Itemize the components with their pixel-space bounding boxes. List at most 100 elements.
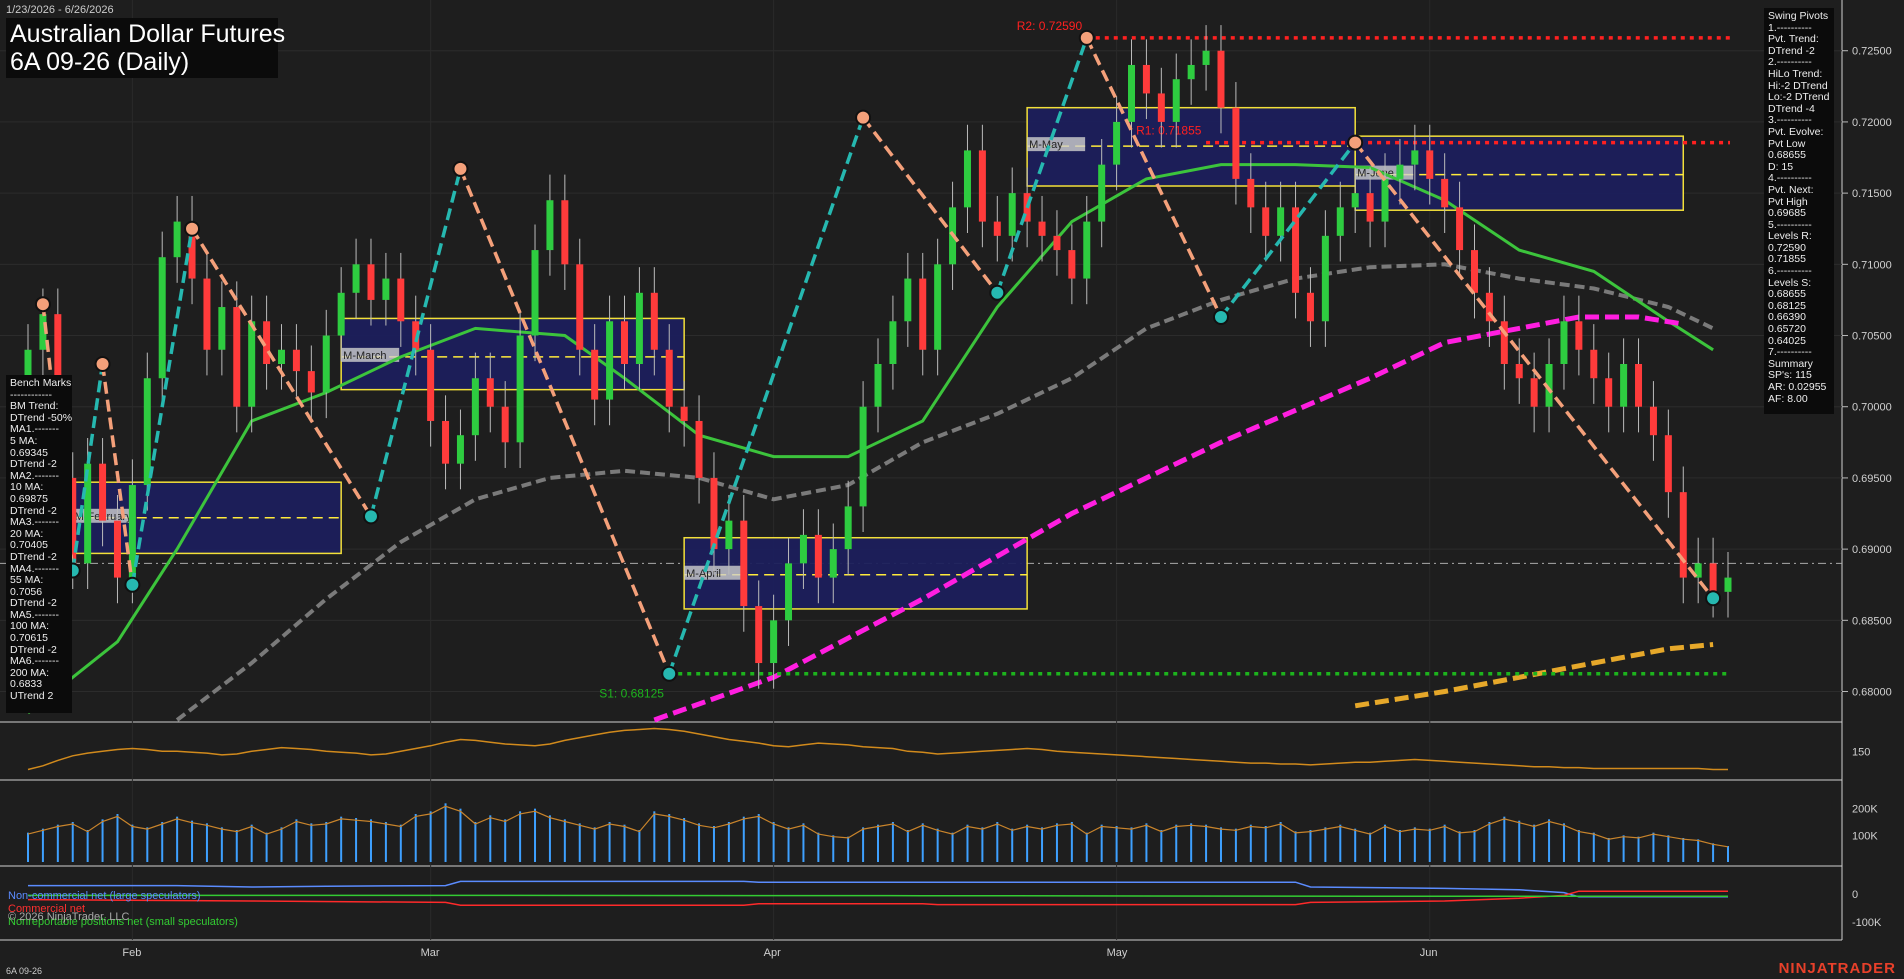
candle-body — [1366, 193, 1374, 222]
candle-body — [1411, 150, 1419, 165]
candle-body — [1724, 577, 1732, 592]
swing-pivot-marker — [855, 109, 872, 126]
swing-pivot-marker — [34, 296, 51, 313]
swing-pivot-marker — [1078, 29, 1095, 46]
candle-body — [1590, 349, 1598, 379]
bench-marks-line: 5 MA: — [10, 434, 38, 447]
candle-body — [1262, 207, 1270, 236]
candle-body — [725, 520, 733, 550]
candle-body — [978, 150, 986, 222]
swing-pivot-marker — [661, 665, 678, 682]
swing-pivot-marker — [989, 284, 1006, 301]
swing-pivot-marker — [1347, 134, 1364, 151]
candle-body — [1381, 178, 1389, 222]
swing-pivots-line: Swing Pivots — [1768, 10, 1829, 22]
swing-pivot-marker — [184, 220, 201, 237]
candle-body — [427, 349, 435, 421]
bench-marks-line: 55 MA: — [10, 574, 44, 587]
candle-body — [382, 278, 390, 300]
candle-body — [1426, 150, 1434, 179]
candle-body — [635, 292, 643, 364]
candle-body — [889, 321, 897, 364]
bench-marks-line: Bench Marks — [10, 377, 72, 389]
level-label: R1: 0.71855 — [1136, 124, 1202, 138]
candle-body — [665, 349, 673, 407]
candle-body — [113, 520, 121, 578]
price-tick-label: 0.71500 — [1852, 188, 1892, 200]
candle-body — [1098, 164, 1106, 222]
candle-body — [24, 349, 32, 379]
candle-body — [993, 221, 1001, 236]
candle-body — [173, 221, 181, 258]
candle-body — [650, 292, 658, 350]
candle-body — [218, 307, 226, 350]
candle-body — [1083, 221, 1091, 279]
candle-body — [1649, 406, 1657, 436]
candle-body — [233, 307, 241, 407]
candle-body — [99, 463, 107, 521]
candle-body — [904, 278, 912, 322]
candle-body — [307, 371, 315, 393]
candle-body — [367, 264, 375, 300]
price-tick-label: 0.70000 — [1852, 402, 1892, 414]
swing-pivots-line: Pvt. Next: — [1768, 183, 1814, 196]
candle-body — [785, 563, 793, 621]
candle-body — [1575, 321, 1583, 350]
symbol-footer: 6A 09-26 — [6, 966, 43, 976]
candle-body — [1396, 164, 1404, 179]
candle-body — [1142, 64, 1150, 94]
candle-body — [1157, 93, 1165, 122]
candle-body — [680, 406, 688, 421]
copyright: © 2026 NinjaTrader, LLC — [8, 911, 130, 923]
candle-body — [770, 620, 778, 664]
month-label: Mar — [421, 947, 440, 959]
brand-logo: NINJATRADER — [1778, 960, 1896, 977]
candle-body — [456, 435, 464, 464]
price-chart[interactable]: M-FebruaryM-MarchM-AprilM-MayM-June R2: … — [0, 0, 1904, 979]
candle-body — [158, 257, 166, 379]
swing-pivot-marker — [124, 576, 141, 593]
price-tick-label: 0.69000 — [1852, 544, 1892, 556]
candle-body — [516, 335, 524, 443]
candle-body — [1172, 79, 1180, 122]
candle-body — [576, 264, 584, 350]
price-tick-label: 0.69500 — [1852, 473, 1892, 485]
bench-marks-line: DTrend -2 — [10, 458, 57, 471]
candle-body — [591, 349, 599, 400]
bench-marks-panel: Bench Marks ------------ BM Trend: DTrend -… — [6, 375, 72, 713]
bench-marks-line: DTrend -2 — [10, 550, 57, 563]
candle-body — [1008, 193, 1016, 236]
candle-body — [1441, 178, 1449, 208]
monthly-box-label: M-March — [343, 350, 386, 362]
candle-body — [1515, 364, 1523, 379]
candle-body — [1187, 64, 1195, 80]
swing-pivots-line: Pvt. Evolve: — [1768, 125, 1824, 138]
candle-body — [695, 420, 703, 478]
swing-pivots-line: 6.---------- — [1768, 265, 1812, 278]
candle-body — [1128, 64, 1136, 122]
candle-body — [1038, 221, 1046, 236]
candle-body — [1336, 207, 1344, 236]
candle-body — [1620, 364, 1628, 407]
swing-pivot-marker — [362, 508, 379, 525]
swing-pivots-line: 0.65720 — [1768, 323, 1806, 336]
price-tick-label: 0.68000 — [1852, 687, 1892, 699]
candle-body — [1664, 435, 1672, 493]
candle-body — [1217, 50, 1225, 108]
candle-body — [1456, 207, 1464, 251]
candle-body — [740, 520, 748, 607]
month-label: Jun — [1420, 947, 1438, 959]
candle-body — [859, 406, 867, 507]
candle-body — [471, 378, 479, 436]
candle-body — [561, 200, 569, 265]
bench-marks-line: MA3.------- — [10, 516, 59, 529]
swing-pivots-line: Lo:-2 DTrend — [1768, 91, 1830, 104]
swing-pivot-marker — [452, 160, 469, 177]
price-tick-label: 0.70500 — [1852, 331, 1892, 343]
swing-pivots-line: 0.69685 — [1768, 207, 1806, 220]
candle-body — [248, 321, 256, 407]
candle-body — [919, 278, 927, 350]
bench-marks-line: 0.70615 — [10, 632, 48, 645]
swing-pivot-marker — [1705, 590, 1722, 607]
candle-body — [546, 200, 554, 251]
